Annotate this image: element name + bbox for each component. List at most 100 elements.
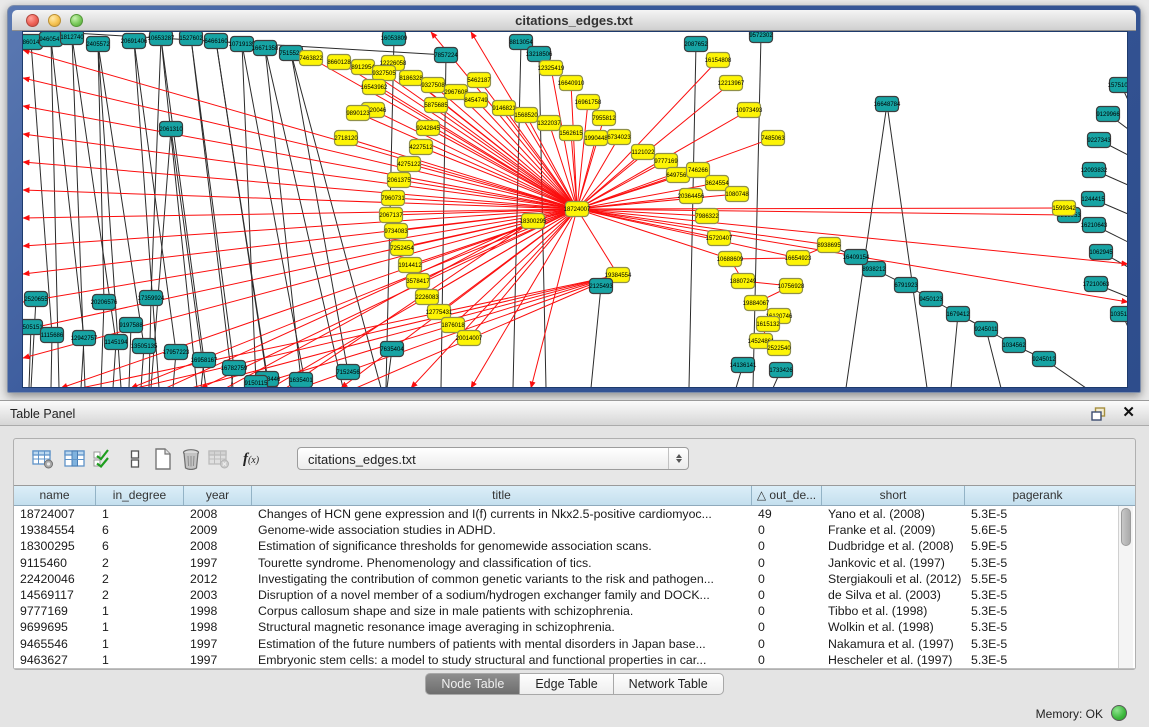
graph-edge[interactable] [29, 327, 31, 387]
graph-edge[interactable] [242, 44, 306, 387]
table-cell: de Silva et al. (2003) [822, 587, 965, 603]
select-all-columns-icon[interactable] [90, 447, 116, 471]
table-cell: Nakamura et al. (1997) [822, 636, 965, 652]
graph-edge[interactable] [242, 44, 256, 383]
table-row[interactable]: 946362711997Embryonic stem cells: a mode… [14, 652, 1135, 668]
graph-node-label: 20364456 [678, 194, 705, 200]
column-header-name[interactable]: name [14, 486, 96, 505]
graph-edge[interactable] [265, 48, 343, 387]
graph-edge[interactable] [191, 38, 234, 368]
graph-node-label: 2522540 [767, 346, 791, 352]
window-title: citations_edges.txt [12, 13, 1136, 28]
graph-edge[interactable] [591, 286, 601, 387]
graph-node-label: 7635404 [380, 347, 404, 353]
graph-edge[interactable] [161, 38, 197, 387]
graph-node-label: 16640910 [558, 81, 585, 87]
close-panel-icon[interactable]: ✕ [1122, 405, 1135, 421]
graph-edge[interactable] [23, 190, 577, 209]
table-cell: 18724007 [14, 506, 96, 522]
table-cell: 1 [96, 603, 184, 619]
table-row[interactable]: 1456911722003Disruption of a novel membe… [14, 587, 1135, 603]
graph-node-label: 1080748 [725, 192, 749, 198]
graph-node-label: 8938695 [817, 243, 841, 249]
table-cell: 2 [96, 587, 184, 603]
table-row[interactable]: 911546021997Tourette syndrome. Phenomeno… [14, 555, 1135, 571]
node-table: namein_degreeyeartitle△ out_de...shortpa… [14, 485, 1135, 669]
column-header-outde[interactable]: △ out_de... [752, 486, 822, 505]
graph-edge[interactable] [23, 209, 577, 302]
table-selector-combobox[interactable]: citations_edges.txt [297, 447, 689, 470]
table-row[interactable]: 1830029562008Estimation of significance … [14, 538, 1135, 554]
column-header-title[interactable]: title [252, 486, 752, 505]
float-window-icon[interactable] [1091, 407, 1107, 421]
graph-edge[interactable] [513, 42, 521, 387]
graph-node-label: 20206576 [91, 300, 118, 306]
column-list-icon[interactable] [122, 447, 148, 471]
delete-table-icon[interactable] [178, 447, 204, 471]
graph-node-label: 7955812 [592, 116, 616, 122]
graph-node-label: 8938212 [862, 267, 886, 273]
column-header-short[interactable]: short [822, 486, 965, 505]
graph-edge[interactable] [887, 104, 927, 387]
table-row[interactable]: 2242004622012Investigating the contribut… [14, 571, 1135, 587]
table-cell: 49 [752, 506, 822, 522]
window-titlebar[interactable]: citations_edges.txt [12, 10, 1136, 31]
graph-edge[interactable] [356, 275, 618, 387]
table-cell: 5.3E-5 [965, 587, 1110, 603]
graph-edge[interactable] [226, 221, 533, 387]
table-cell: 1997 [184, 636, 252, 652]
column-header-year[interactable]: year [184, 486, 252, 505]
table-cell: 5.5E-5 [965, 571, 1110, 587]
graph-edge[interactable] [23, 209, 577, 218]
new-table-icon[interactable] [150, 447, 176, 471]
graph-node-label: 16958167 [191, 358, 218, 364]
graph-node-label: 1035146 [1110, 312, 1127, 318]
table-cell: Corpus callosum shape and size in male p… [252, 603, 752, 619]
table-row[interactable]: 969969511998Structural magnetic resonanc… [14, 619, 1135, 635]
column-header-pagerank[interactable]: pagerank [965, 486, 1110, 505]
column-header-indegree[interactable]: in_degree [96, 486, 184, 505]
graph-node-label: 3624554 [705, 181, 729, 187]
graph-edge[interactable] [577, 209, 618, 275]
graph-node-label: 10973493 [736, 108, 763, 114]
graph-edge[interactable] [23, 209, 577, 274]
graph-node-label: 2061310 [159, 127, 183, 133]
function-builder-icon[interactable]: f(x) [238, 447, 264, 471]
graph-edge[interactable] [951, 314, 958, 387]
tab-node-table[interactable]: Node Table [425, 673, 520, 695]
table-row[interactable]: 946554611997Estimation of the future num… [14, 636, 1135, 652]
table-row[interactable]: 1872400712008Changes of HCN gene express… [14, 506, 1135, 522]
table-row[interactable]: 1938455462009Genome-wide association stu… [14, 522, 1135, 538]
tab-network-table[interactable]: Network Table [614, 673, 724, 695]
graph-edge[interactable] [31, 299, 36, 387]
table-cell: Investigating the contribution of common… [252, 571, 752, 587]
graph-edge[interactable] [577, 209, 798, 258]
table-settings-icon[interactable] [30, 447, 56, 471]
graph-node-label: 16210643 [1081, 223, 1108, 229]
graph-edge[interactable] [577, 152, 643, 209]
tab-edge-table[interactable]: Edge Table [520, 673, 613, 695]
show-column-icon[interactable] [62, 447, 88, 471]
table-row[interactable]: 977716911998Corpus callosum shape and si… [14, 603, 1135, 619]
graph-edge[interactable] [577, 208, 1064, 209]
graph-edge[interactable] [986, 329, 1001, 387]
graph-node-label: 9890123 [346, 111, 370, 117]
table-cell: Disruption of a novel member of a sodium… [252, 587, 752, 603]
graph-edge[interactable] [846, 104, 887, 387]
table-cell: 2 [96, 571, 184, 587]
table-cell: Dudbridge et al. (2008) [822, 538, 965, 554]
table-cell: Jankovic et al. (1997) [822, 555, 965, 571]
graph-edge[interactable] [191, 38, 233, 387]
graph-node-label: 13505135 [131, 344, 158, 350]
graph-edge[interactable] [471, 209, 577, 387]
network-canvas[interactable]: 1860144946054118127402405572206914061065… [22, 31, 1128, 388]
graph-node-label: 2067137 [379, 213, 403, 219]
graph-node-label: 1568520 [514, 113, 538, 119]
network-window: citations_edges.txt 18601449460541181274… [7, 5, 1141, 393]
table-scrollbar[interactable] [1118, 506, 1133, 668]
table-cell: 0 [752, 571, 822, 587]
memory-ok-indicator-icon[interactable] [1111, 705, 1127, 721]
graph-edge[interactable] [577, 209, 1069, 215]
table-scrollbar-thumb[interactable] [1121, 508, 1131, 546]
table-cell: 9463627 [14, 652, 96, 668]
